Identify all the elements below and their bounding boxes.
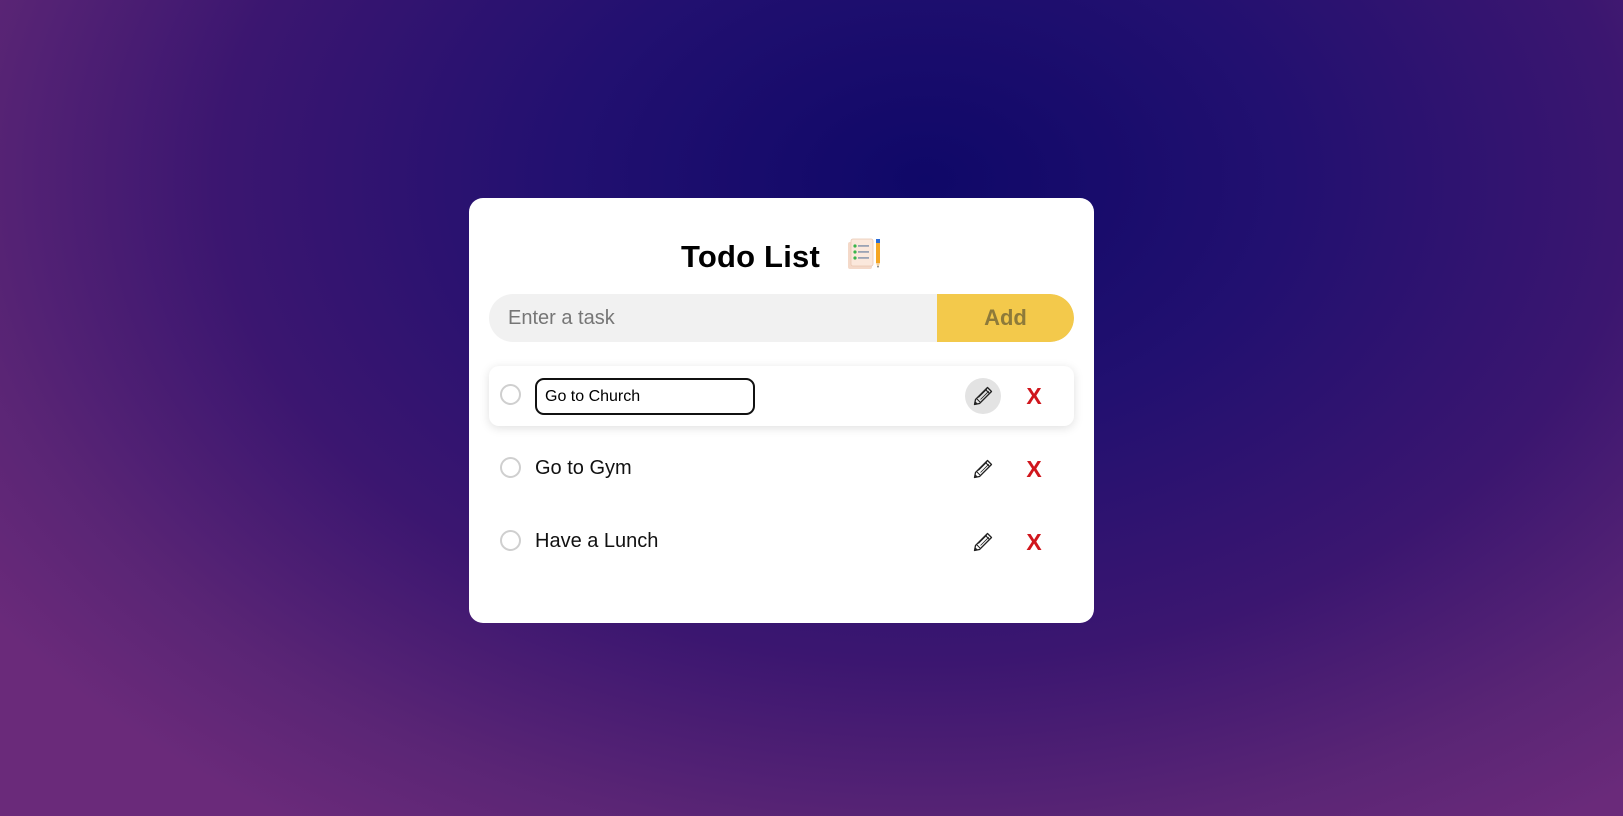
app-title: Todo List	[681, 239, 820, 274]
delete-button[interactable]: X	[1019, 526, 1049, 558]
pencil-icon	[973, 386, 993, 406]
edit-button[interactable]	[965, 451, 1001, 487]
task-input[interactable]	[489, 294, 937, 342]
header: Todo List	[469, 236, 1094, 278]
todo-item-go-to-gym: Go to Gym X	[489, 439, 1074, 499]
todo-text: Have a Lunch	[535, 530, 659, 552]
add-task-form: Add	[489, 294, 1074, 342]
add-button[interactable]: Add	[937, 294, 1074, 342]
todo-card: Todo List Add	[469, 198, 1094, 623]
complete-checkbox[interactable]	[500, 384, 521, 405]
pencil-icon	[973, 532, 993, 552]
edit-task-input[interactable]	[535, 378, 755, 415]
complete-checkbox[interactable]	[500, 530, 521, 551]
pencil-icon	[973, 459, 993, 479]
delete-button[interactable]: X	[1019, 380, 1049, 412]
todo-text: Go to Gym	[535, 457, 632, 479]
todo-list: X Go to Gym X Have a Lunch	[489, 366, 1074, 585]
edit-button[interactable]	[965, 524, 1001, 560]
delete-button[interactable]: X	[1019, 453, 1049, 485]
edit-button[interactable]	[965, 378, 1001, 414]
todo-item-have-a-lunch: Have a Lunch X	[489, 512, 1074, 572]
complete-checkbox[interactable]	[500, 457, 521, 478]
notepad-checklist-icon	[847, 238, 880, 269]
todo-item-go-to-church: X	[489, 366, 1074, 426]
